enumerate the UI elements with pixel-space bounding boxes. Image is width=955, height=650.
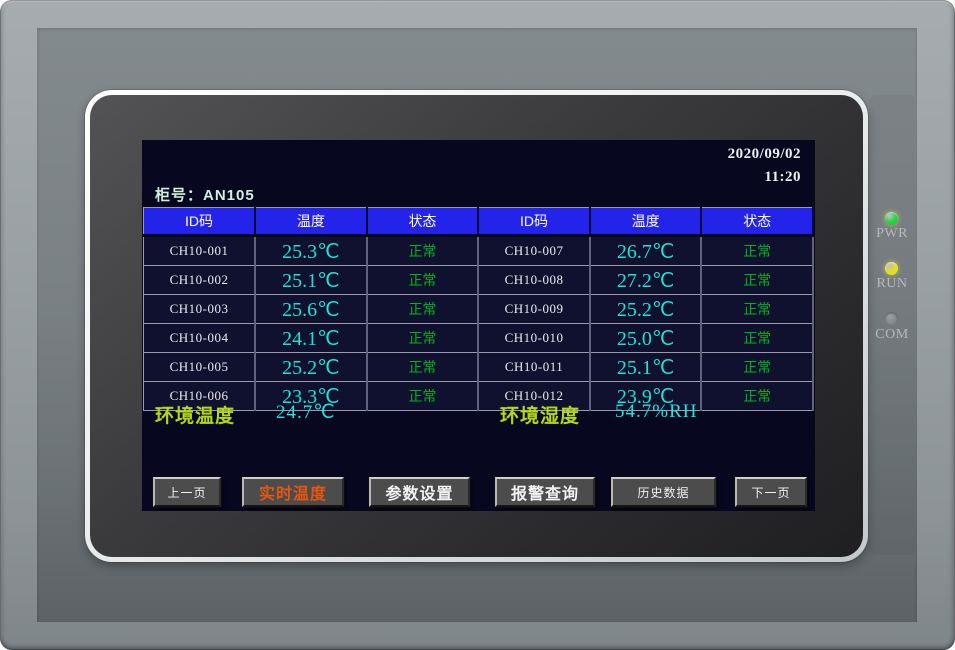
id-cell: CH10-002: [144, 266, 256, 295]
status-cell: 正常: [367, 295, 479, 324]
temp-cell: 26.7℃: [590, 236, 702, 266]
led-strip: PWR RUN COM: [869, 95, 915, 555]
screen-module: 2020/09/02 11:20 柜号：AN105 ID码温度状态ID码温度状态…: [85, 90, 868, 562]
temp-cell: 25.1℃: [255, 266, 367, 295]
temp-cell: 25.2℃: [590, 295, 702, 324]
ambient-readings: 环境温度 24.7℃ 环境湿度 54.7%RH: [142, 401, 815, 427]
status-cell: 正常: [701, 266, 813, 295]
com-led-label: COM: [869, 327, 915, 343]
ambient-temp-value: 24.7℃: [276, 401, 336, 424]
temp-cell: 25.6℃: [255, 295, 367, 324]
screen-bezel: 2020/09/02 11:20 柜号：AN105 ID码温度状态ID码温度状态…: [90, 95, 863, 557]
temp-cell: 25.3℃: [255, 236, 367, 266]
status-cell: 正常: [367, 324, 479, 353]
column-header: ID码: [478, 208, 590, 236]
table-row: CH10-00225.1℃正常CH10-00827.2℃正常: [144, 266, 814, 295]
pwr-led-label: PWR: [869, 226, 915, 242]
table-row: CH10-00125.3℃正常CH10-00726.7℃正常: [144, 236, 814, 266]
id-cell: CH10-008: [478, 266, 590, 295]
temp-cell: 25.2℃: [255, 353, 367, 382]
status-cell: 正常: [367, 266, 479, 295]
date-display: 2020/09/02: [728, 146, 801, 163]
id-cell: CH10-009: [478, 295, 590, 324]
temp-cell: 24.1℃: [255, 324, 367, 353]
id-cell: CH10-010: [478, 324, 590, 353]
column-header: 温度: [590, 208, 702, 236]
status-cell: 正常: [701, 353, 813, 382]
param-settings-button[interactable]: 参数设置: [369, 477, 470, 507]
next-page-button[interactable]: 下一页: [735, 477, 807, 507]
table-header-row: ID码温度状态ID码温度状态: [144, 208, 814, 236]
history-data-button[interactable]: 历史数据: [611, 477, 716, 507]
prev-page-button[interactable]: 上一页: [153, 477, 221, 507]
status-cell: 正常: [701, 295, 813, 324]
temp-cell: 25.0℃: [590, 324, 702, 353]
ambient-humidity-value: 54.7%RH: [615, 401, 697, 423]
temp-cell: 25.1℃: [590, 353, 702, 382]
status-cell: 正常: [701, 236, 813, 266]
column-header: ID码: [144, 208, 256, 236]
run-led: [885, 262, 898, 275]
pwr-led: [885, 212, 898, 225]
time-display: 11:20: [764, 169, 801, 186]
temp-cell: 27.2℃: [590, 266, 702, 295]
status-cell: 正常: [367, 236, 479, 266]
table-row: CH10-00325.6℃正常CH10-00925.2℃正常: [144, 295, 814, 324]
lcd-display: 2020/09/02 11:20 柜号：AN105 ID码温度状态ID码温度状态…: [142, 140, 815, 511]
ambient-temp-label: 环境温度: [155, 401, 235, 428]
hmi-device: 2020/09/02 11:20 柜号：AN105 ID码温度状态ID码温度状态…: [0, 0, 955, 650]
temperature-table: ID码温度状态ID码温度状态 CH10-00125.3℃正常CH10-00726…: [143, 207, 814, 411]
id-cell: CH10-007: [478, 236, 590, 266]
run-led-label: RUN: [869, 276, 915, 292]
id-cell: CH10-004: [144, 324, 256, 353]
column-header: 状态: [701, 208, 813, 236]
status-cell: 正常: [367, 353, 479, 382]
alarm-query-button[interactable]: 报警查询: [495, 477, 595, 507]
column-header: 状态: [367, 208, 479, 236]
id-cell: CH10-001: [144, 236, 256, 266]
realtime-temp-button[interactable]: 实时温度: [242, 477, 344, 507]
id-cell: CH10-005: [144, 353, 256, 382]
id-cell: CH10-011: [478, 353, 590, 382]
cabinet-label: 柜号：AN105: [155, 184, 255, 205]
table-row: CH10-00424.1℃正常CH10-01025.0℃正常: [144, 324, 814, 353]
column-header: 温度: [255, 208, 367, 236]
ambient-humidity-label: 环境湿度: [500, 401, 580, 428]
com-led: [885, 312, 898, 325]
table-row: CH10-00525.2℃正常CH10-01125.1℃正常: [144, 353, 814, 382]
status-cell: 正常: [701, 324, 813, 353]
id-cell: CH10-003: [144, 295, 256, 324]
